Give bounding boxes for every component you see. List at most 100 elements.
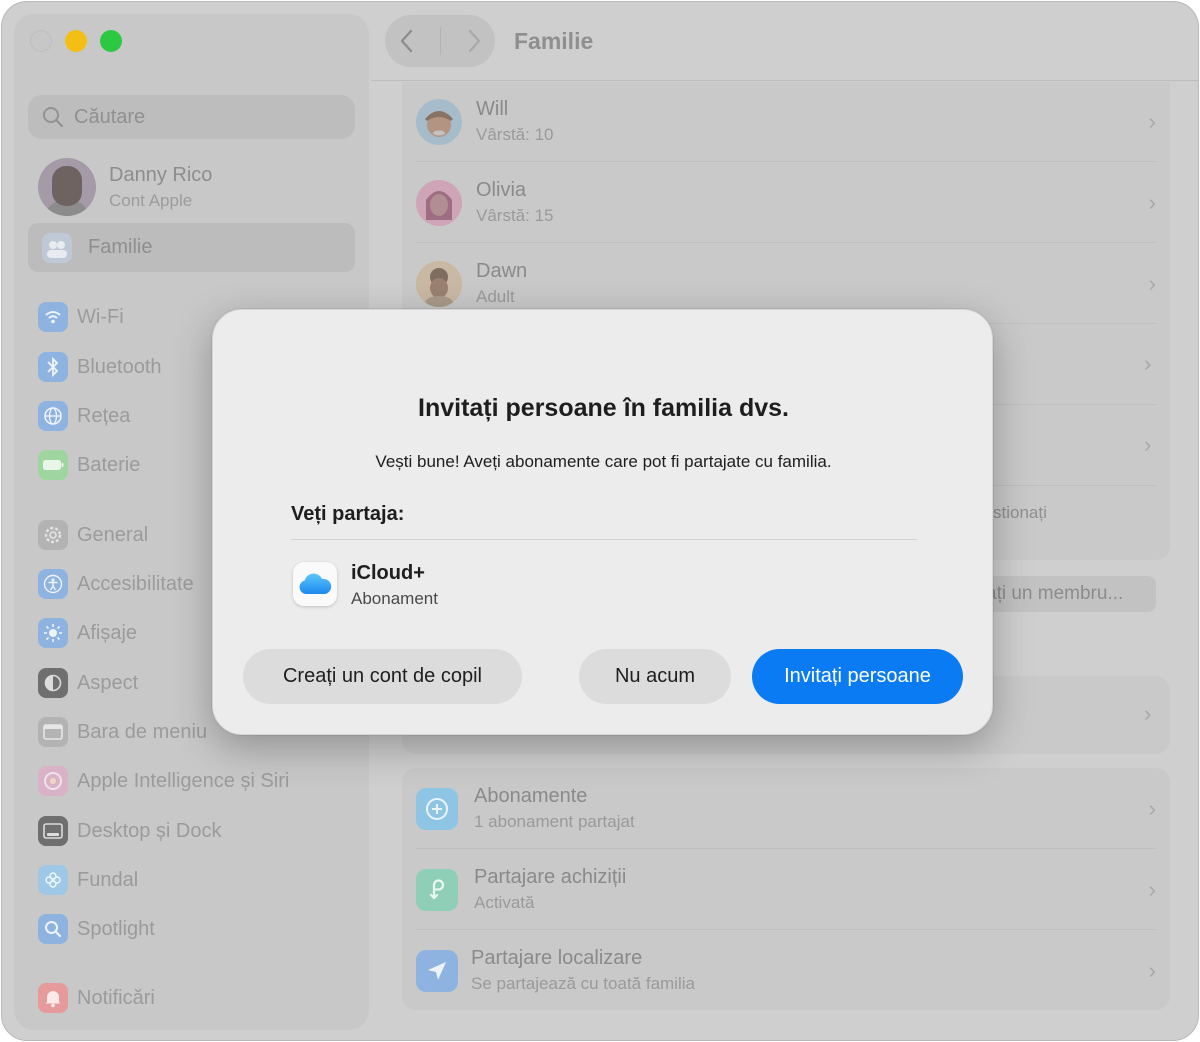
sidebar-item-notifications[interactable]: Notificări	[38, 981, 155, 1015]
chevron-right-icon: ›	[1144, 432, 1152, 457]
gear-icon	[38, 520, 68, 550]
subscriptions-icon	[416, 787, 458, 830]
sidebar-item-label: Accesibilitate	[77, 572, 194, 595]
sidebar-item-label: Familie	[88, 236, 153, 258]
back-chevron-icon[interactable]	[397, 28, 417, 54]
service-name: iCloud+	[351, 562, 425, 584]
navigation-controls	[385, 15, 495, 67]
member-row-will[interactable]: Will Vârstă: 10 ›	[416, 81, 1156, 162]
wallpaper-icon	[38, 865, 68, 895]
bluetooth-icon	[38, 352, 68, 382]
feature-title: Abonamente	[474, 785, 588, 807]
minimize-window-button[interactable]	[65, 30, 87, 52]
sidebar-item-label: Wi-Fi	[77, 305, 124, 328]
member-avatar	[416, 98, 462, 145]
create-child-account-button[interactable]: Creați un cont de copil	[243, 649, 522, 704]
feature-detail: 1 abonament partajat	[474, 812, 635, 831]
menubar-icon	[38, 717, 68, 747]
sun-icon	[38, 618, 68, 648]
chevron-right-icon: ›	[1144, 701, 1152, 726]
invite-people-button[interactable]: Invitați persoane	[752, 649, 963, 704]
feature-row-subscriptions[interactable]: Abonamente 1 abonament partajat ›	[416, 768, 1156, 849]
chevron-right-icon: ›	[1144, 351, 1152, 376]
close-window-button[interactable]	[30, 30, 52, 52]
chevron-right-icon: ›	[1148, 958, 1156, 983]
spotlight-icon	[38, 914, 68, 944]
feature-row-purchase-sharing[interactable]: Partajare achiziții Activată ›	[416, 849, 1156, 930]
search-icon	[43, 107, 64, 128]
sidebar-item-bluetooth[interactable]: Bluetooth	[38, 350, 162, 384]
sidebar-item-label: Bluetooth	[77, 355, 162, 378]
location-icon	[416, 949, 458, 992]
member-row-olivia[interactable]: Olivia Vârstă: 15 ›	[416, 162, 1156, 243]
member-name: Dawn	[476, 260, 528, 282]
avatar	[38, 158, 96, 216]
chevron-right-icon: ›	[1148, 271, 1156, 296]
feature-detail: Activată	[474, 893, 535, 912]
sidebar-item-label: Apple Intelligence și Siri	[77, 769, 290, 792]
sidebar-item-accessibility[interactable]: Accesibilitate	[38, 567, 194, 601]
sidebar-item-appearance[interactable]: Aspect	[38, 666, 138, 700]
feature-title: Partajare achiziții	[474, 866, 627, 888]
accessibility-icon	[38, 569, 68, 599]
bell-icon	[38, 983, 68, 1013]
feature-title: Partajare localizare	[471, 947, 643, 969]
chevron-right-icon: ›	[1148, 109, 1156, 134]
dock-icon	[38, 816, 68, 846]
dialog-divider	[291, 539, 917, 540]
siri-icon	[38, 766, 68, 796]
service-type: Abonament	[351, 589, 438, 608]
sidebar-item-displays[interactable]: Afișaje	[38, 616, 137, 650]
sidebar-item-menubar[interactable]: Bara de meniu	[38, 715, 207, 749]
chevron-right-icon: ›	[1148, 796, 1156, 821]
appearance-icon	[38, 668, 68, 698]
sidebar-item-wifi[interactable]: Wi-Fi	[38, 300, 124, 334]
sidebar-item-general[interactable]: General	[38, 518, 148, 552]
purchase-sharing-icon	[416, 868, 458, 911]
sidebar-item-label: Desktop și Dock	[77, 819, 222, 842]
member-detail: Vârstă: 15	[476, 206, 554, 225]
icloud-icon	[293, 562, 337, 606]
zoom-window-button[interactable]	[100, 30, 122, 52]
page-title: Familie	[514, 28, 594, 54]
sidebar-item-desktop-dock[interactable]: Desktop și Dock	[38, 814, 222, 848]
member-detail: Adult	[476, 287, 515, 306]
member-avatar	[416, 179, 462, 226]
sidebar-item-label: Baterie	[77, 453, 141, 476]
sidebar-item-label: Notificări	[77, 986, 155, 1009]
chevron-right-icon: ›	[1148, 877, 1156, 902]
family-icon	[42, 232, 72, 263]
sidebar-item-label: Fundal	[77, 868, 139, 891]
partial-label: stionați	[993, 503, 1047, 522]
share-heading: Veți partaja:	[291, 503, 405, 525]
battery-icon	[38, 450, 68, 480]
sidebar-item-network[interactable]: Rețea	[38, 399, 130, 433]
invite-family-dialog: Invitați persoane în familia dvs. Vești …	[212, 309, 993, 735]
sidebar-item-label: Spotlight	[77, 917, 155, 940]
sidebar-item-spotlight[interactable]: Spotlight	[38, 912, 155, 946]
sidebar-item-familie[interactable]: Familie	[28, 223, 355, 272]
dialog-subtitle: Vești bune! Aveți abonamente care pot fi…	[375, 452, 832, 471]
sidebar-item-label: Afișaje	[77, 621, 138, 644]
sidebar-item-battery[interactable]: Baterie	[38, 448, 140, 482]
sidebar-item-siri[interactable]: Apple Intelligence și Siri	[38, 764, 289, 798]
sidebar-item-label: Aspect	[77, 671, 139, 694]
forward-chevron-icon[interactable]	[464, 28, 484, 54]
globe-icon	[38, 401, 68, 431]
search-input[interactable]: Căutare	[28, 95, 355, 139]
member-name: Olivia	[476, 179, 527, 201]
account-item[interactable]: Danny Rico Cont Apple	[38, 158, 212, 216]
member-name: Will	[476, 98, 509, 120]
dialog-title: Invitați persoane în familia dvs.	[418, 394, 789, 422]
member-detail: Vârstă: 10	[476, 125, 554, 144]
feature-row-location-sharing[interactable]: Partajare localizare Se partajează cu to…	[416, 930, 1156, 1011]
sidebar-item-label: Rețea	[77, 404, 131, 427]
sidebar-item-label: General	[77, 523, 149, 546]
not-now-button[interactable]: Nu acum	[579, 649, 731, 704]
wifi-icon	[38, 302, 68, 332]
member-avatar	[416, 260, 462, 307]
sidebar-item-label: Bara de meniu	[77, 720, 208, 743]
search-placeholder: Căutare	[74, 105, 146, 128]
sidebar-item-wallpaper[interactable]: Fundal	[38, 863, 138, 897]
chevron-right-icon: ›	[1148, 190, 1156, 215]
